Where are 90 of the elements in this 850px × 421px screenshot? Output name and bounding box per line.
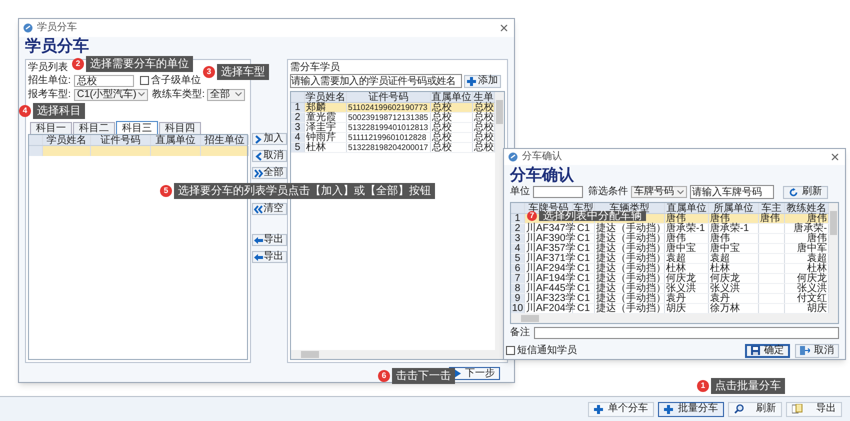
- field-label: 单位: [510, 186, 530, 198]
- table-cell: 总校: [431, 113, 473, 122]
- table-cell: 唐中宝: [665, 244, 709, 252]
- table-cell: 捷达（手动挡）: [595, 224, 665, 232]
- table-cell: 唐中宝: [709, 244, 759, 252]
- table-cell: 捷达（手动挡）: [595, 294, 665, 302]
- table-cell: 捷达（手动挡）: [595, 284, 665, 292]
- table-cell: 川AF357学: [525, 244, 573, 252]
- table-cell: 唐伟: [759, 214, 785, 222]
- table-cell: 胡庆: [665, 304, 709, 312]
- dialog-heading: 学员分车: [24, 37, 90, 55]
- table-cell: 泽圭宇: [305, 123, 347, 132]
- table-cell: 1: [291, 103, 305, 112]
- checkbox-label: 含子级单位: [151, 74, 201, 86]
- table-cell: 4: [291, 133, 305, 142]
- table-cell: 总校: [431, 103, 473, 112]
- table-cell: 唐承荣-1: [709, 224, 759, 232]
- dialog-heading: 分车确认: [508, 165, 575, 186]
- table-cell: 川AF371学: [525, 254, 573, 262]
- table-cell: 袁超: [709, 254, 759, 262]
- callout-tooltip: 点击批量分车: [711, 378, 785, 394]
- column-header: 招生单位: [201, 135, 249, 145]
- table-cell: 徐万林: [709, 304, 759, 312]
- table-cell: 511112199601012828: [347, 133, 431, 142]
- table-cell: 捷达（手动挡）: [595, 304, 665, 312]
- column-header: 直属单位: [151, 135, 201, 145]
- group-title: 需分车学员: [290, 62, 340, 73]
- field-label: 教练车类型:: [152, 88, 205, 100]
- table-cell: 捷达（手动挡）: [595, 264, 665, 272]
- table-cell: 唐承荣-1: [665, 224, 709, 232]
- field-label: 报考车型:: [28, 88, 72, 100]
- table-cell: 5: [291, 143, 305, 152]
- column-header: 证件号码: [91, 135, 151, 145]
- table-cell: 童光霞: [305, 113, 347, 122]
- table-cell: 杜林: [709, 264, 759, 272]
- table-cell: 杜林: [665, 264, 709, 272]
- table-cell: 唐伟: [709, 234, 759, 242]
- step-number-badge: 1: [697, 380, 709, 392]
- table-cell: 川AF204学: [525, 304, 573, 312]
- field-label: 招生单位:: [28, 74, 72, 86]
- table-cell: 总校: [431, 133, 473, 142]
- table-cell: 捷达（手动挡）: [595, 244, 665, 252]
- callout-tooltip: 选择列表中分配车辆: [539, 211, 646, 221]
- table-cell: 袁丹: [709, 294, 759, 302]
- callout-tooltip: 选择科目: [33, 103, 85, 119]
- callout-tooltip: 击击下一击: [392, 368, 455, 384]
- table-cell: 捷达（手动挡）: [595, 274, 665, 282]
- table-cell: 川AF323学: [525, 294, 573, 302]
- callout-tooltip: 选择需要分车的单位: [86, 56, 193, 72]
- checkbox-label: 短信通知学员: [517, 344, 577, 357]
- table-cell: 袁超: [665, 254, 709, 262]
- callout-tooltip: 选择车型: [217, 64, 269, 80]
- table-cell: 袁丹: [665, 294, 709, 302]
- table-cell: 张义洪: [709, 284, 759, 292]
- table-cell: 总校: [431, 123, 473, 132]
- table-cell: 杜林: [305, 143, 347, 152]
- column-header: 所属单位: [709, 202, 759, 212]
- table-cell: 2: [291, 113, 305, 122]
- table-cell: 何庆龙: [709, 274, 759, 282]
- table-cell: 郑麟: [305, 103, 347, 112]
- column-header: 学员姓名: [43, 135, 91, 145]
- window-title: 分车确认: [522, 151, 563, 164]
- table-cell: 唐伟: [709, 214, 759, 222]
- table-cell: 川AF194学: [525, 274, 573, 282]
- table-cell: 513228199401012813: [347, 123, 431, 132]
- column-header: 证件号码: [347, 92, 431, 102]
- table-cell: 捷达（手动挡）: [595, 234, 665, 242]
- column-header: 直属单位: [665, 202, 709, 212]
- table-cell: 何庆龙: [665, 274, 709, 282]
- group-title: 学员列表: [28, 62, 68, 73]
- table-cell: 513228198204200017: [347, 143, 431, 152]
- table-cell: 川AF347学: [525, 224, 573, 232]
- table-cell: 川AF390学: [525, 234, 573, 242]
- table-cell: 唐伟: [665, 234, 709, 242]
- table-cell: 张义洪: [665, 284, 709, 292]
- table-cell: 511024199602190773: [347, 103, 431, 112]
- table-cell: 总校: [431, 143, 473, 152]
- table-cell: 钟雨芹: [305, 133, 347, 142]
- callout-tooltip: 选择要分车的列表学员点击【加入】或【全部】按钮: [174, 183, 435, 199]
- table-cell: 川AF294学: [525, 264, 573, 272]
- table-cell: 捷达（手动挡）: [595, 254, 665, 262]
- table-cell: 500239198712131385: [347, 113, 431, 122]
- field-label: 备注: [510, 326, 530, 339]
- table-cell: 唐伟: [665, 214, 709, 222]
- window-title: 学员分车: [37, 22, 78, 34]
- table-cell: 3: [291, 123, 305, 132]
- table-cell: 川AF445学: [525, 284, 573, 292]
- column-header: 直属单位: [431, 92, 473, 102]
- column-header: 学员姓名: [305, 92, 347, 102]
- field-label: 筛选条件: [588, 186, 628, 198]
